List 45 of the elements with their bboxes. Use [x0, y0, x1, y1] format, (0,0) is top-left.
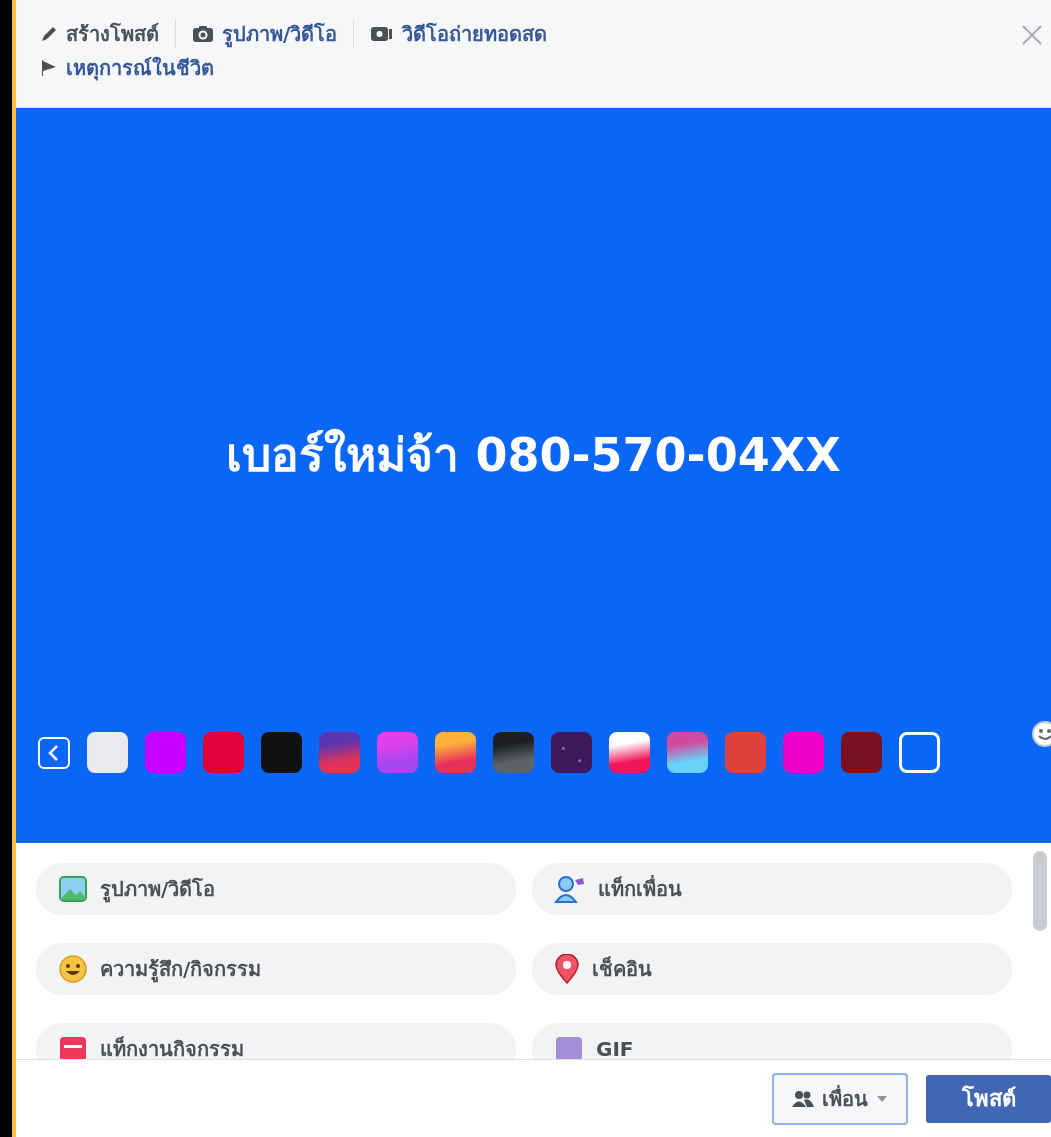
calendar-icon	[58, 1034, 88, 1059]
composer-option[interactable]: รูปภาพ/วิดีโอ	[36, 863, 516, 915]
map-pin-icon	[554, 954, 580, 984]
composer-tab[interactable]: เหตุการณ์ในชีวิต	[40, 52, 820, 84]
close-icon[interactable]	[1021, 24, 1043, 46]
background-swatch[interactable]	[725, 732, 766, 773]
scrollbar-thumb[interactable]	[1033, 851, 1047, 931]
background-swatch[interactable]	[493, 732, 534, 773]
back-arrow-button[interactable]	[38, 736, 70, 769]
people-icon	[792, 1089, 814, 1108]
composer-option[interactable]: เช็คอิน	[532, 943, 1012, 995]
caret-icon	[876, 1094, 888, 1103]
background-swatch[interactable]	[87, 732, 128, 773]
composer-tab[interactable]: รูปภาพ/วิดีโอ	[192, 18, 338, 50]
background-swatch[interactable]	[551, 732, 592, 773]
picture-icon	[58, 874, 88, 904]
composer-tab[interactable]: วิดีโอถ่ายทอดสด	[370, 18, 548, 50]
composer-tab[interactable]: สร้างโพสต์	[40, 18, 159, 50]
background-swatch[interactable]	[203, 732, 244, 773]
composer-option[interactable]: ความรู้สึก/กิจกรรม	[36, 943, 516, 995]
chevron-left-icon	[47, 743, 61, 762]
pencil-icon	[40, 25, 58, 43]
flag-icon	[40, 59, 58, 77]
emoji-icon[interactable]	[1031, 720, 1051, 748]
post-text[interactable]: เบอร์ใหม่จ้า 080-570-04XX	[226, 418, 841, 491]
person-icon	[554, 874, 586, 904]
background-swatch[interactable]	[667, 732, 708, 773]
audience-button[interactable]: เพื่อน	[772, 1072, 908, 1125]
gif-icon	[554, 1034, 584, 1059]
smiley-icon	[58, 954, 88, 984]
background-swatch[interactable]	[319, 732, 360, 773]
composer-option[interactable]: GIF	[532, 1023, 1012, 1059]
video-camera-icon	[370, 25, 395, 43]
camera-icon	[192, 25, 214, 43]
composer-option[interactable]: แท็กเพื่อน	[532, 863, 1012, 915]
background-swatch[interactable]	[261, 732, 302, 773]
background-swatch[interactable]	[841, 732, 882, 773]
background-swatch[interactable]	[377, 732, 418, 773]
background-swatch[interactable]	[145, 732, 186, 773]
background-swatch[interactable]	[783, 732, 824, 773]
composer-option[interactable]: แท็กงานกิจกรรม	[36, 1023, 516, 1059]
post-button[interactable]: โพสต์	[926, 1074, 1051, 1123]
background-swatch[interactable]	[899, 732, 940, 773]
background-swatch[interactable]	[609, 732, 650, 773]
background-swatch[interactable]	[435, 732, 476, 773]
